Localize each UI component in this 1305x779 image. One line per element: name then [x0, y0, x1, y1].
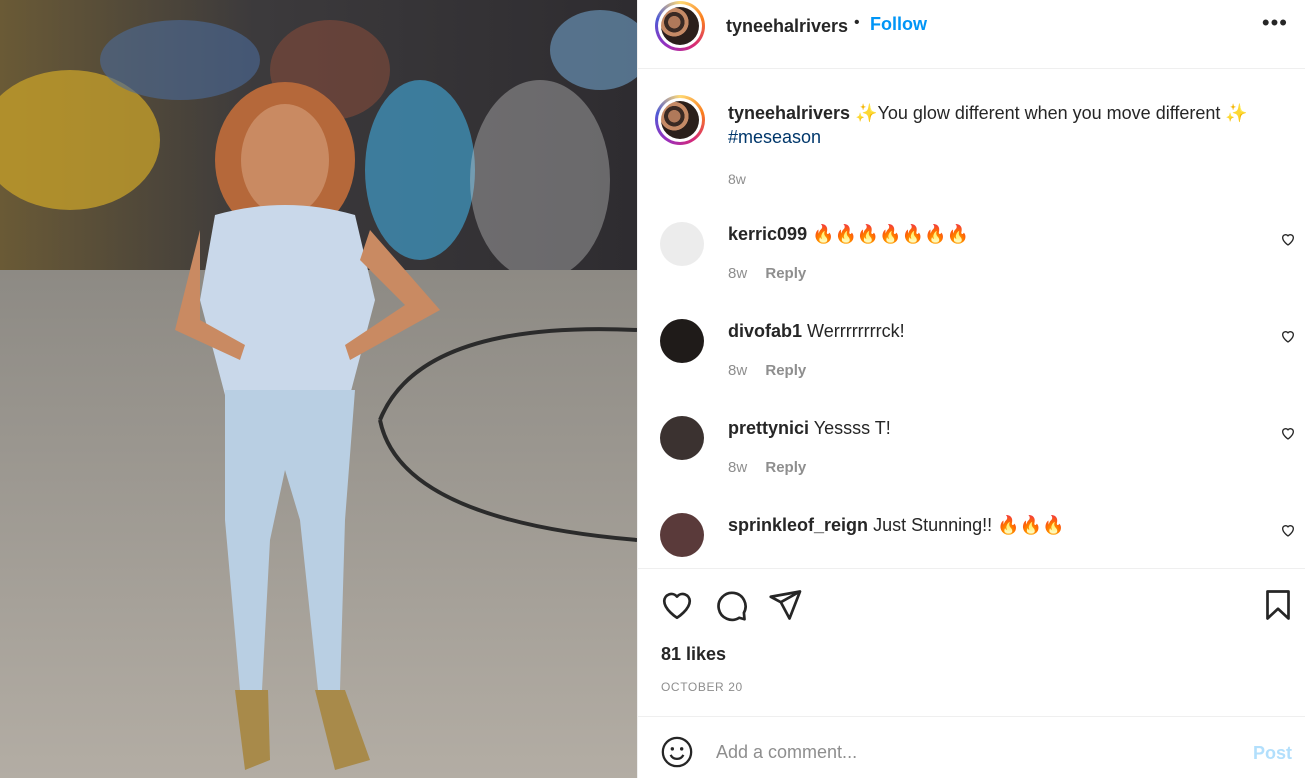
post-photo[interactable] — [0, 0, 637, 778]
comment-item: prettynici Yessss T! 8w Reply — [638, 416, 1305, 513]
comment-meta: 8w Reply — [728, 362, 806, 379]
emoji-icon[interactable] — [660, 735, 694, 769]
comment-timestamp[interactable]: 8w — [728, 459, 747, 476]
post-actions: 81 likes OCTOBER 20 — [638, 568, 1305, 717]
post-date[interactable]: OCTOBER 20 — [661, 680, 743, 694]
more-options-icon[interactable]: ••• — [1262, 10, 1288, 36]
caption-text: tyneehalrivers ✨You glow different when … — [728, 101, 1288, 149]
comment-timestamp[interactable]: 8w — [728, 265, 747, 282]
comment-body: Werrrrrrrrck! — [807, 321, 905, 341]
commenter-username[interactable]: divofab1 — [728, 321, 802, 341]
separator-dot: • — [854, 14, 860, 31]
comment-meta: 8w Reply — [728, 459, 806, 476]
comment-timestamp[interactable]: 8w — [728, 362, 747, 379]
post-image — [0, 0, 637, 778]
likes-count[interactable]: 81 likes — [661, 644, 726, 665]
comment-body: Just Stunning!! 🔥🔥🔥 — [873, 515, 1065, 535]
caption-timestamp[interactable]: 8w — [728, 171, 746, 187]
reply-button[interactable]: Reply — [765, 459, 806, 476]
post-sidebar: tyneehalrivers • Follow ••• tyneehalrive… — [637, 0, 1305, 778]
post-header: tyneehalrivers • Follow ••• — [638, 0, 1305, 69]
heart-icon[interactable] — [659, 587, 695, 623]
commenter-avatar[interactable] — [660, 416, 704, 460]
comment-item: sprinkleof_reign Just Stunning!! 🔥🔥🔥 — [638, 513, 1305, 568]
commenter-username[interactable]: prettynici — [728, 418, 809, 438]
caption-avatar[interactable] — [655, 95, 705, 145]
author-avatar[interactable] — [655, 1, 705, 51]
bookmark-icon[interactable] — [1260, 587, 1296, 623]
author-username[interactable]: tyneehalrivers — [726, 16, 848, 37]
commenter-avatar[interactable] — [660, 513, 704, 557]
caption-body: ✨You glow different when you move differ… — [855, 103, 1248, 123]
add-comment-bar: Post — [638, 716, 1305, 779]
post-comment-button[interactable]: Post — [1253, 743, 1292, 764]
reply-button[interactable]: Reply — [765, 265, 806, 282]
comment-text: divofab1 Werrrrrrrrck! — [728, 319, 1248, 343]
follow-button[interactable]: Follow — [870, 14, 927, 35]
caption-username[interactable]: tyneehalrivers — [728, 103, 850, 123]
commenter-avatar[interactable] — [660, 319, 704, 363]
comment-body: 🔥🔥🔥🔥🔥🔥🔥 — [812, 224, 969, 244]
comment-item: kerric099 🔥🔥🔥🔥🔥🔥🔥 8w Reply — [638, 222, 1305, 319]
comment-item: divofab1 Werrrrrrrrck! 8w Reply — [638, 319, 1305, 416]
comment-like-icon[interactable] — [1280, 522, 1296, 538]
commenter-username[interactable]: sprinkleof_reign — [728, 515, 868, 535]
comment-like-icon[interactable] — [1280, 328, 1296, 344]
commenter-avatar[interactable] — [660, 222, 704, 266]
hashtag-link[interactable]: #meseason — [728, 127, 821, 147]
comment-icon[interactable] — [713, 587, 749, 623]
comment-body: Yessss T! — [813, 418, 891, 438]
comment-like-icon[interactable] — [1280, 231, 1296, 247]
comment-input[interactable] — [714, 735, 1218, 769]
comment-like-icon[interactable] — [1280, 425, 1296, 441]
comment-meta: 8w Reply — [728, 265, 806, 282]
comment-text: sprinkleof_reign Just Stunning!! 🔥🔥🔥 — [728, 513, 1248, 537]
comment-text: prettynici Yessss T! — [728, 416, 1248, 440]
comment-text: kerric099 🔥🔥🔥🔥🔥🔥🔥 — [728, 222, 1248, 246]
reply-button[interactable]: Reply — [765, 362, 806, 379]
commenter-username[interactable]: kerric099 — [728, 224, 807, 244]
share-icon[interactable] — [767, 587, 803, 623]
comments-list[interactable]: tyneehalrivers ✨You glow different when … — [638, 69, 1305, 568]
